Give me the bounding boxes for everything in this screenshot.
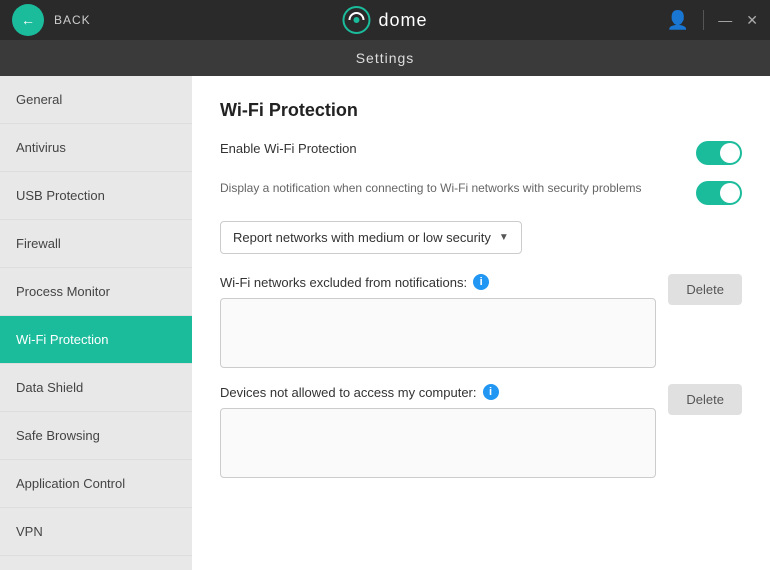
dropdown-wrapper: Report networks with medium or low secur… (220, 221, 742, 254)
sidebar-item-firewall[interactable]: Firewall (0, 220, 192, 268)
sidebar-item-application-control[interactable]: Application Control (0, 460, 192, 508)
excluded-networks-content: Wi-Fi networks excluded from notificatio… (220, 274, 656, 368)
logo-area: dome (342, 6, 427, 34)
dropdown-value: Report networks with medium or low secur… (233, 230, 491, 245)
devices-not-allowed-section: Devices not allowed to access my compute… (220, 384, 742, 478)
sidebar-item-safe-browsing[interactable]: Safe Browsing (0, 412, 192, 460)
back-label: BACK (54, 13, 91, 27)
devices-not-allowed-info-icon[interactable]: i (483, 384, 499, 400)
enable-wifi-toggle[interactable] (696, 141, 742, 165)
sidebar-item-wifi-protection[interactable]: Wi-Fi Protection (0, 316, 192, 364)
excluded-networks-section: Wi-Fi networks excluded from notificatio… (220, 274, 742, 368)
excluded-networks-info-icon[interactable]: i (473, 274, 489, 290)
sidebar: General Antivirus USB Protection Firewal… (0, 76, 192, 570)
setting-notify-wifi: Display a notification when connecting t… (220, 181, 742, 205)
sidebar-item-usb-protection[interactable]: USB Protection (0, 172, 192, 220)
page-title: Wi-Fi Protection (220, 100, 742, 121)
content-area: Wi-Fi Protection Enable Wi-Fi Protection… (192, 76, 770, 570)
devices-not-allowed-textarea[interactable] (220, 408, 656, 478)
setting-enable-wifi: Enable Wi-Fi Protection (220, 141, 742, 165)
sub-header: Settings (0, 40, 770, 76)
devices-not-allowed-label: Devices not allowed to access my compute… (220, 384, 656, 400)
minimize-button[interactable]: — (718, 13, 732, 27)
sidebar-item-process-monitor[interactable]: Process Monitor (0, 268, 192, 316)
user-icon[interactable]: 👤 (667, 10, 689, 31)
devices-not-allowed-content: Devices not allowed to access my compute… (220, 384, 656, 478)
sidebar-item-vpn[interactable]: VPN (0, 508, 192, 556)
report-dropdown[interactable]: Report networks with medium or low secur… (220, 221, 522, 254)
excluded-networks-textarea[interactable] (220, 298, 656, 368)
devices-not-allowed-delete-button[interactable]: Delete (668, 384, 742, 415)
title-bar: ← BACK dome 👤 — ✕ (0, 0, 770, 40)
close-button[interactable]: ✕ (746, 13, 758, 27)
sidebar-item-general[interactable]: General (0, 76, 192, 124)
notify-wifi-toggle[interactable] (696, 181, 742, 205)
dome-logo-icon (342, 6, 370, 34)
enable-wifi-label: Enable Wi-Fi Protection (220, 141, 357, 156)
main-layout: General Antivirus USB Protection Firewal… (0, 76, 770, 570)
dropdown-arrow-icon: ▼ (499, 232, 509, 243)
excluded-networks-label: Wi-Fi networks excluded from notificatio… (220, 274, 656, 290)
logo-text: dome (378, 10, 427, 31)
settings-title: Settings (356, 50, 415, 66)
title-bar-left: ← BACK (12, 4, 91, 36)
notify-wifi-label: Display a notification when connecting t… (220, 181, 642, 195)
separator (703, 10, 704, 30)
back-button[interactable]: ← (12, 4, 44, 36)
excluded-networks-delete-button[interactable]: Delete (668, 274, 742, 305)
sidebar-item-data-shield[interactable]: Data Shield (0, 364, 192, 412)
sidebar-item-antivirus[interactable]: Antivirus (0, 124, 192, 172)
title-bar-right: 👤 — ✕ (667, 10, 758, 31)
